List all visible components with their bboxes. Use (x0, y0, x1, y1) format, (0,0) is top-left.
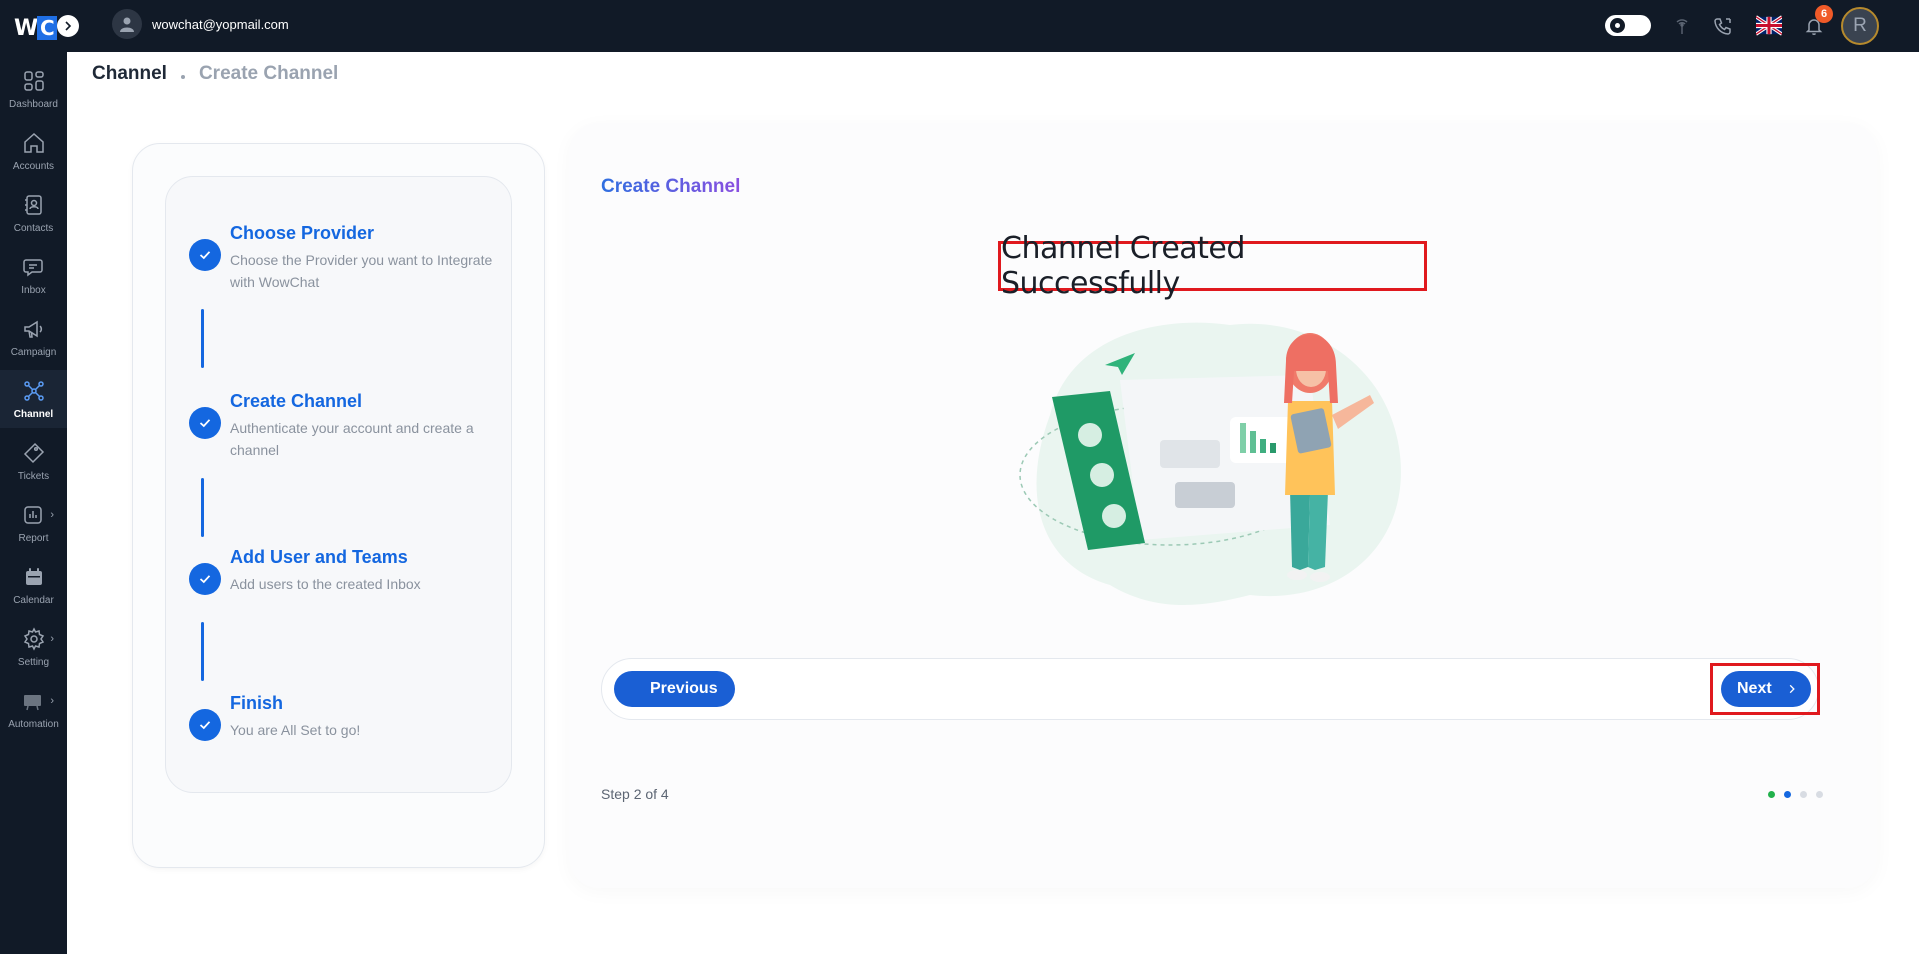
sidebar-item-label: Accounts (12, 160, 55, 172)
check-icon (189, 563, 221, 595)
sidebar-item-label: Setting (17, 656, 50, 668)
signal-icon[interactable] (1670, 14, 1694, 38)
report-icon (23, 505, 42, 524)
notification-badge: 6 (1815, 5, 1833, 23)
sidebar-item-channel[interactable]: Channel (0, 370, 67, 428)
step-title: Choose Provider (230, 223, 375, 243)
sidebar-item-contacts[interactable]: Contacts (0, 184, 67, 242)
logo-letter-w: W (14, 15, 38, 41)
ticket-icon (23, 442, 44, 463)
sidebar-item-calendar[interactable]: Calendar (0, 556, 67, 614)
step-connector (201, 622, 204, 681)
step-description: Add users to the created Inbox (230, 576, 421, 592)
sidebar-toggle-button[interactable] (57, 15, 79, 37)
previous-label: Previous (650, 680, 718, 697)
user-avatar-icon (112, 9, 142, 39)
sidebar-item-label: Campaign (10, 346, 57, 358)
sidebar-item-label: Calendar (13, 594, 54, 606)
sidebar: Dashboard Accounts Contacts Inbox Campai… (0, 52, 67, 954)
previous-button[interactable]: Previous (614, 671, 735, 707)
step-indicator: Step 2 of 4 (601, 786, 669, 802)
progress-dot (1784, 791, 1791, 798)
step-title: Create Channel (230, 391, 363, 411)
uk-flag-icon[interactable] (1755, 15, 1783, 36)
megaphone-icon (23, 320, 42, 338)
check-icon (189, 709, 221, 741)
chevron-right-icon (1789, 684, 1795, 694)
sidebar-item-label: Tickets (17, 470, 50, 482)
progress-dot (1768, 791, 1775, 798)
sidebar-item-label: Report (18, 532, 49, 544)
automation-icon (23, 694, 41, 710)
sidebar-item-automation[interactable]: › Automation (0, 680, 67, 738)
step-description: You are All Set to go! (230, 722, 361, 738)
step-title: Add User and Teams (230, 547, 408, 567)
logo-letter-c: C (37, 16, 58, 40)
user-account[interactable]: wowchat@yopmail.com (112, 9, 289, 39)
sidebar-item-label: Dashboard (9, 98, 58, 110)
step-title: Finish (230, 693, 283, 713)
user-email: wowchat@yopmail.com (152, 16, 289, 32)
sidebar-item-campaign[interactable]: Campaign (0, 308, 67, 366)
progress-dots (1768, 791, 1823, 798)
sidebar-item-label: Contacts (13, 222, 54, 234)
chat-bubbles-icon (22, 258, 43, 276)
success-illustration (1019, 322, 1401, 605)
progress-dot (1800, 791, 1807, 798)
step-connector (201, 309, 204, 368)
breadcrumb: Channel Create Channel (92, 63, 338, 85)
wizard-action-bar (601, 658, 1819, 720)
check-icon (189, 239, 221, 271)
network-icon (23, 380, 44, 401)
breadcrumb-separator (180, 75, 185, 79)
sun-icon (1610, 18, 1625, 33)
sidebar-item-dashboard[interactable]: Dashboard (0, 60, 67, 118)
success-message: Channel Created Successfully (998, 231, 1427, 301)
next-label: Next (1737, 680, 1772, 697)
home-icon (23, 132, 44, 153)
theme-toggle[interactable] (1605, 15, 1651, 36)
gear-icon (23, 626, 44, 651)
progress-dot (1816, 791, 1823, 798)
chevron-right-icon: › (50, 695, 54, 707)
sidebar-item-label: Inbox (21, 284, 46, 296)
sidebar-item-tickets[interactable]: Tickets (0, 432, 67, 490)
check-icon (189, 407, 221, 439)
contact-book-icon (24, 194, 42, 215)
phone-icon[interactable] (1711, 14, 1735, 38)
breadcrumb-channel[interactable]: Channel (92, 63, 167, 85)
breadcrumb-create-channel: Create Channel (198, 63, 339, 84)
sidebar-item-label: Channel (13, 408, 54, 420)
step-connector (201, 478, 204, 537)
step-description: Authenticate your account and create a c… (230, 420, 474, 458)
card-title: Create Channel (601, 176, 741, 197)
sidebar-item-setting[interactable]: › Setting (0, 618, 67, 676)
wowchat-logo[interactable]: WC (14, 15, 58, 41)
step-description: Choose the Provider you want to Integrat… (230, 252, 493, 290)
dashboard-icon (23, 70, 44, 91)
next-button[interactable]: Next (1721, 671, 1811, 707)
chevron-right-icon (65, 21, 72, 31)
sidebar-item-inbox[interactable]: Inbox (0, 246, 67, 304)
top-bar: WC wowchat@yopmail.com 6 R (0, 0, 1919, 52)
sidebar-item-report[interactable]: › Report (0, 494, 67, 552)
chevron-right-icon: › (50, 633, 54, 645)
sidebar-item-label: Automation (8, 718, 59, 730)
chevron-right-icon: › (50, 509, 54, 521)
sidebar-item-accounts[interactable]: Accounts (0, 122, 67, 180)
calendar-icon (25, 567, 42, 585)
profile-avatar[interactable]: R (1841, 7, 1879, 45)
